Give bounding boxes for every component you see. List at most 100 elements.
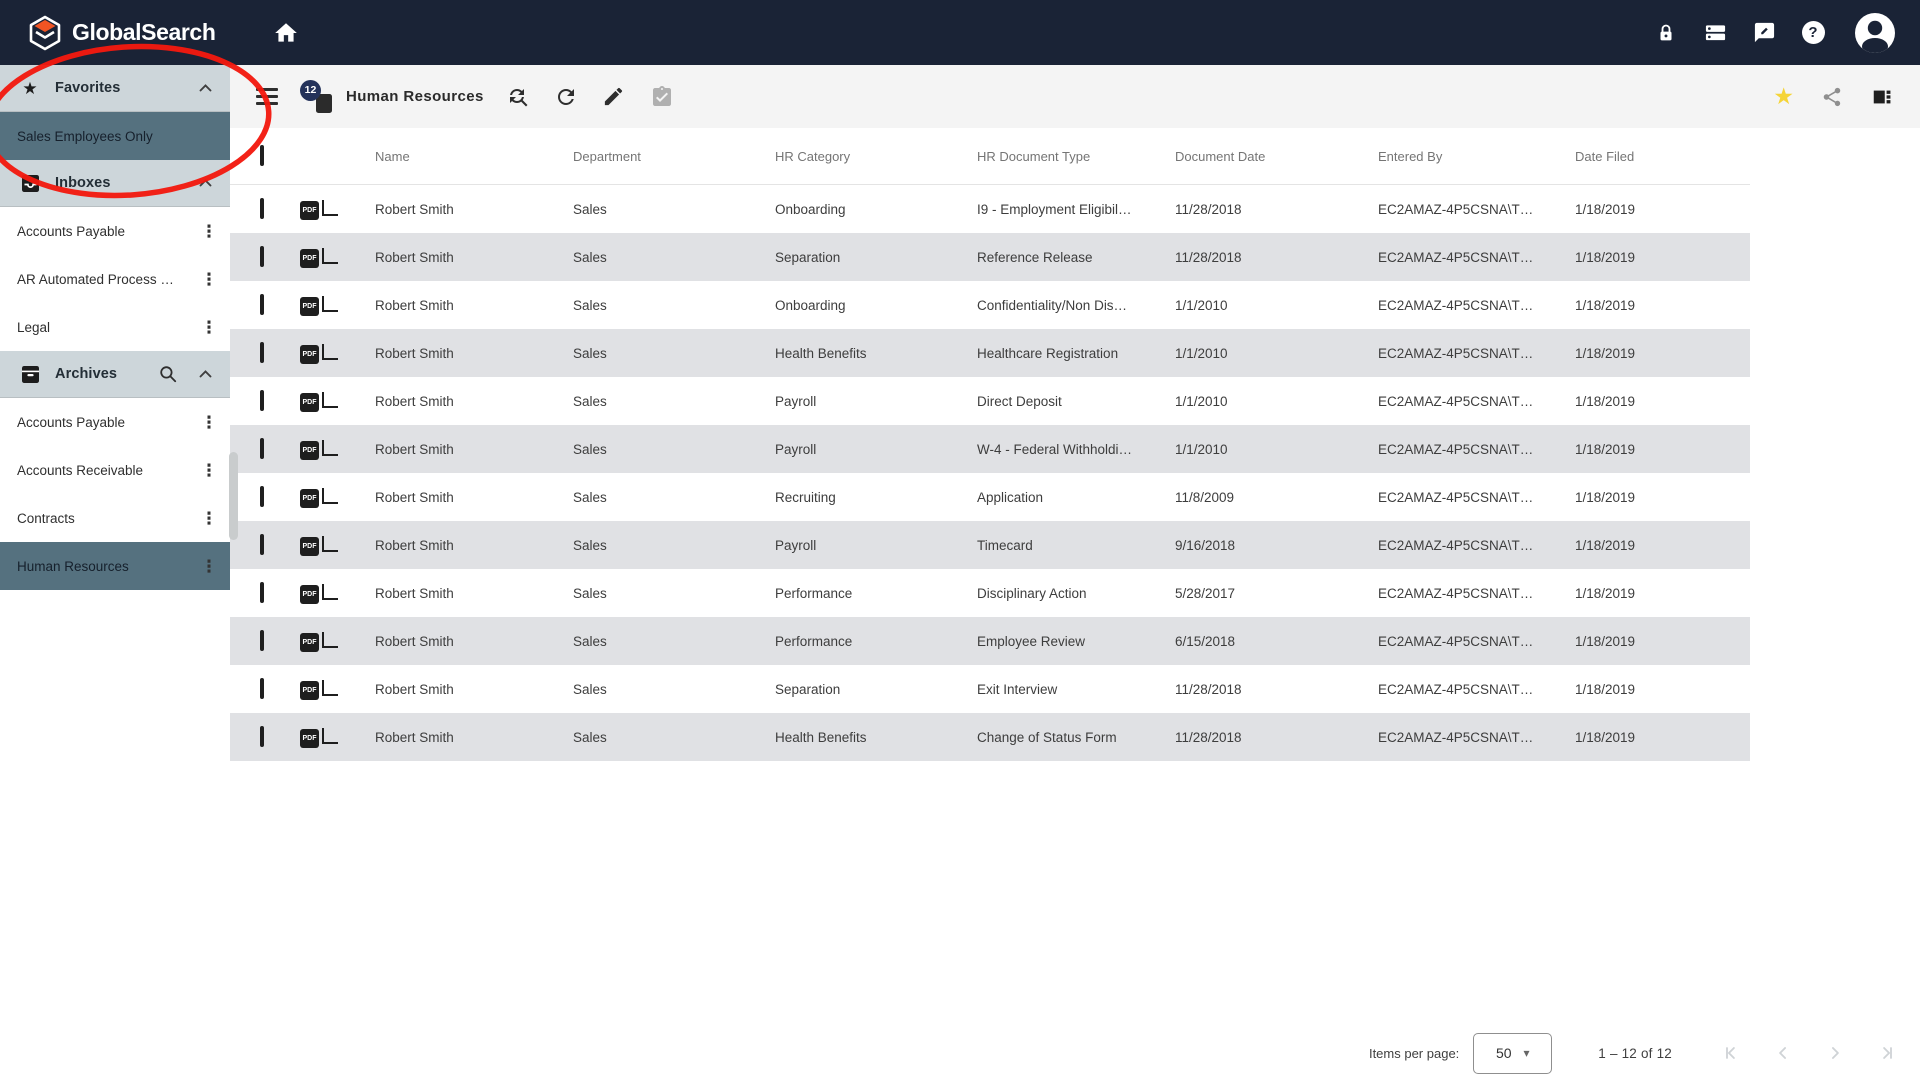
cell-department: Sales <box>573 682 775 697</box>
refresh-button[interactable] <box>554 85 578 109</box>
caret-down-icon: ▾ <box>1524 1046 1530 1060</box>
row-checkbox[interactable] <box>260 390 264 411</box>
column-header-department[interactable]: Department <box>573 149 775 164</box>
row-checkbox[interactable] <box>260 486 264 507</box>
cell-name: Robert Smith <box>375 490 573 505</box>
row-checkbox[interactable] <box>260 246 264 267</box>
cell-department: Sales <box>573 730 775 745</box>
table-row[interactable]: PDF Robert Smith Sales Performance Emplo… <box>230 617 1750 665</box>
kebab-menu-icon[interactable]: ⋮ <box>200 414 218 431</box>
pager-buttons <box>1720 1042 1898 1064</box>
home-button[interactable] <box>273 20 299 46</box>
favorite-star-button[interactable]: ★ <box>1773 85 1794 108</box>
row-checkbox[interactable] <box>260 534 264 555</box>
main-content: 12 Human Resources <box>230 65 1920 1080</box>
inboxes-section-header[interactable]: Inboxes <box>0 160 230 207</box>
select-all-checkbox[interactable] <box>260 145 264 166</box>
pdf-icon-label: PDF <box>300 297 319 316</box>
table-row[interactable]: PDF Robert Smith Sales Onboarding Confid… <box>230 281 1750 329</box>
column-header-date-filed[interactable]: Date Filed <box>1575 149 1750 164</box>
table-row[interactable]: PDF Robert Smith Sales Health Benefits H… <box>230 329 1750 377</box>
cell-hr-document-type: Direct Deposit <box>977 394 1175 409</box>
sidebar-item-archive-accounts-receivable[interactable]: Accounts Receivable ⋮ <box>0 446 230 494</box>
row-checkbox[interactable] <box>260 198 264 219</box>
page-size-select[interactable]: 50 ▾ <box>1473 1033 1552 1074</box>
feedback-button[interactable] <box>1752 21 1776 45</box>
sidebar-item-inbox-legal[interactable]: Legal ⋮ <box>0 303 230 351</box>
cell-date-filed: 1/18/2019 <box>1575 442 1750 457</box>
page-size-value: 50 <box>1496 1045 1512 1061</box>
row-checkbox[interactable] <box>260 342 264 363</box>
table-row[interactable]: PDF Robert Smith Sales Payroll Direct De… <box>230 377 1750 425</box>
cell-date-filed: 1/18/2019 <box>1575 298 1750 313</box>
cell-entered-by: EC2AMAZ-4P5CSNA\T… <box>1378 730 1575 745</box>
row-checkbox[interactable] <box>260 438 264 459</box>
table-row[interactable]: PDF Robert Smith Sales Performance Disci… <box>230 569 1750 617</box>
sidebar-item-archive-contracts[interactable]: Contracts ⋮ <box>0 494 230 542</box>
help-button[interactable]: ? <box>1801 21 1825 45</box>
column-header-document-date[interactable]: Document Date <box>1175 149 1378 164</box>
next-page-button[interactable] <box>1824 1042 1846 1064</box>
row-checkbox[interactable] <box>260 678 264 699</box>
cell-date-filed: 1/18/2019 <box>1575 202 1750 217</box>
column-header-name[interactable]: Name <box>375 149 573 164</box>
archives-section-header[interactable]: Archives <box>0 351 230 398</box>
kebab-menu-icon[interactable]: ⋮ <box>200 223 218 240</box>
row-checkbox[interactable] <box>260 582 264 603</box>
cell-date-filed: 1/18/2019 <box>1575 586 1750 601</box>
edit-button[interactable] <box>602 85 626 109</box>
favorites-label: Favorites <box>55 80 120 96</box>
sidebar-item-inbox-ar-automated-process[interactable]: AR Automated Process … ⋮ <box>0 255 230 303</box>
table-row[interactable]: PDF Robert Smith Sales Recruiting Applic… <box>230 473 1750 521</box>
user-avatar[interactable] <box>1854 12 1896 54</box>
search-again-button[interactable] <box>506 85 530 109</box>
kebab-menu-icon[interactable]: ⋮ <box>200 510 218 527</box>
column-header-hr-document-type[interactable]: HR Document Type <box>977 149 1175 164</box>
table-row[interactable]: PDF Robert Smith Sales Separation Exit I… <box>230 665 1750 713</box>
archive-search-button[interactable] <box>159 365 177 383</box>
pdf-icon-backdrop <box>322 200 338 216</box>
sidebar-item-archive-human-resources[interactable]: Human Resources ⋮ <box>0 542 230 590</box>
sidebar-item-sales-employees-only[interactable]: Sales Employees Only <box>0 112 230 160</box>
cell-hr-category: Payroll <box>775 394 977 409</box>
lock-button[interactable] <box>1654 21 1678 45</box>
row-checkbox[interactable] <box>260 630 264 651</box>
cell-entered-by: EC2AMAZ-4P5CSNA\T… <box>1378 202 1575 217</box>
menu-button[interactable] <box>256 88 278 105</box>
previous-page-button[interactable] <box>1772 1042 1794 1064</box>
cell-name: Robert Smith <box>375 442 573 457</box>
result-count-button[interactable]: 12 <box>300 80 334 114</box>
row-checkbox[interactable] <box>260 726 264 747</box>
kebab-menu-icon[interactable]: ⋮ <box>200 271 218 288</box>
pdf-icon-label: PDF <box>300 201 319 220</box>
row-checkbox[interactable] <box>260 294 264 315</box>
table-row[interactable]: PDF Robert Smith Sales Onboarding I9 - E… <box>230 185 1750 233</box>
cell-entered-by: EC2AMAZ-4P5CSNA\T… <box>1378 586 1575 601</box>
table-row[interactable]: PDF Robert Smith Sales Payroll W-4 - Fed… <box>230 425 1750 473</box>
pdf-icon-label: PDF <box>300 681 319 700</box>
table-row[interactable]: PDF Robert Smith Sales Health Benefits C… <box>230 713 1750 761</box>
column-header-entered-by[interactable]: Entered By <box>1378 149 1575 164</box>
sidebar-scrollbar[interactable] <box>229 452 238 540</box>
pdf-icon-backdrop <box>322 584 338 600</box>
kebab-menu-icon[interactable]: ⋮ <box>200 462 218 479</box>
cell-hr-document-type: Timecard <box>977 538 1175 553</box>
toolbar-right-actions: ★ <box>1773 85 1894 109</box>
queues-button[interactable] <box>1703 21 1727 45</box>
first-page-button[interactable] <box>1720 1042 1742 1064</box>
tasks-button[interactable] <box>650 85 674 109</box>
help-icon: ? <box>1802 21 1825 44</box>
kebab-menu-icon[interactable]: ⋮ <box>200 319 218 336</box>
view-toggle-button[interactable] <box>1870 85 1894 109</box>
cell-hr-document-type: Change of Status Form <box>977 730 1175 745</box>
sidebar-item-archive-accounts-payable[interactable]: Accounts Payable ⋮ <box>0 398 230 446</box>
share-button[interactable] <box>1820 85 1844 109</box>
last-page-button[interactable] <box>1876 1042 1898 1064</box>
table-row[interactable]: PDF Robert Smith Sales Separation Refere… <box>230 233 1750 281</box>
kebab-menu-icon[interactable]: ⋮ <box>200 558 218 575</box>
column-header-hr-category[interactable]: HR Category <box>775 149 977 164</box>
table-row[interactable]: PDF Robert Smith Sales Payroll Timecard … <box>230 521 1750 569</box>
favorites-section-header[interactable]: ★ Favorites <box>0 65 230 112</box>
sidebar-item-inbox-accounts-payable[interactable]: Accounts Payable ⋮ <box>0 207 230 255</box>
star-glyph: ★ <box>22 80 37 97</box>
